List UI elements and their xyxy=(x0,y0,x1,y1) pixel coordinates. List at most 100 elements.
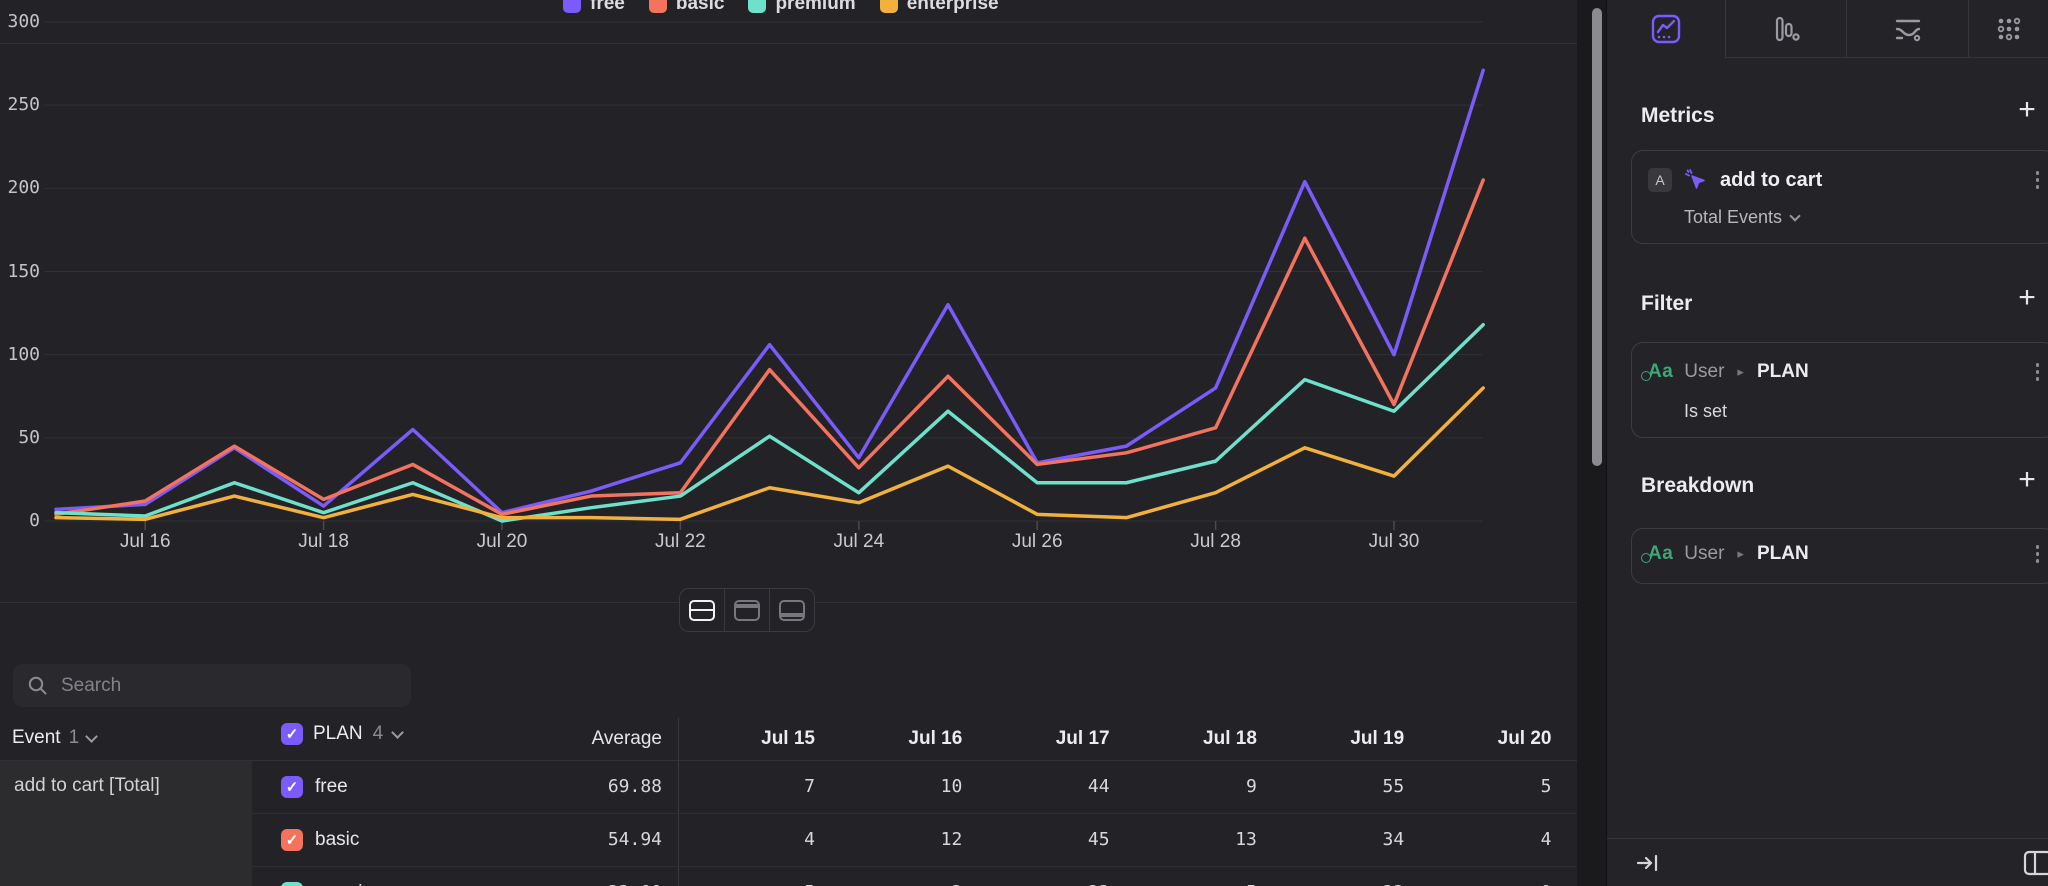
tab-more-charts[interactable] xyxy=(1968,0,2048,58)
date-column-header: Jul 19 xyxy=(1274,728,1404,750)
y-axis-tick-label: 250 xyxy=(0,94,40,115)
chevron-down-icon xyxy=(391,726,404,739)
string-property-icon: Aa xyxy=(1648,543,1673,565)
add-metric-button[interactable]: + xyxy=(2012,96,2042,126)
x-axis-tick-label: Jul 18 xyxy=(276,531,372,553)
y-axis-tick-label: 100 xyxy=(0,344,40,365)
breakdown-entity: User xyxy=(1684,543,1724,565)
filter-entity: User xyxy=(1684,361,1724,383)
x-axis-tick-label: Jul 28 xyxy=(1168,531,1264,553)
chevron-down-icon xyxy=(85,730,98,743)
filter-property: PLAN xyxy=(1757,361,1809,383)
search-input[interactable]: Search xyxy=(13,664,411,707)
plan-header-label: PLAN xyxy=(313,723,363,745)
y-axis-tick-label: 150 xyxy=(0,261,40,282)
date-column-header: Jul 16 xyxy=(832,728,962,750)
x-axis-tick-label: Jul 22 xyxy=(632,531,728,553)
string-property-icon: Aa xyxy=(1648,361,1673,383)
metrics-heading: Metrics xyxy=(1641,104,1715,128)
tab-bar-chart[interactable] xyxy=(1725,0,1846,58)
series-name: free xyxy=(315,776,348,798)
bottom-panel-icon xyxy=(779,600,805,621)
event-column-header[interactable]: Event 1 xyxy=(12,727,96,749)
filter-heading: Filter xyxy=(1641,292,1692,316)
scrollbar-thumb[interactable] xyxy=(1592,8,1602,466)
x-axis-tick-label: Jul 20 xyxy=(454,531,550,553)
tab-flow[interactable] xyxy=(1846,0,1968,58)
series-line-free xyxy=(56,70,1483,512)
filter-card[interactable]: Aa User ▸ PLAN Is set xyxy=(1631,342,2048,438)
y-axis-tick-label: 50 xyxy=(0,427,40,448)
series-checkbox-premium[interactable]: ✓ xyxy=(281,882,303,886)
add-breakdown-button[interactable]: + xyxy=(2012,466,2042,496)
layout-option-top-panel[interactable] xyxy=(724,589,769,631)
series-name: basic xyxy=(315,829,359,851)
series-name: premium xyxy=(315,882,389,886)
filter-options-menu[interactable] xyxy=(2036,363,2040,381)
bar-chart-icon xyxy=(1769,12,1803,46)
filter-operator[interactable]: Is set xyxy=(1684,401,1727,422)
plan-select-all-checkbox[interactable]: ✓ xyxy=(281,723,303,745)
scrollbar-track[interactable] xyxy=(1577,0,1606,886)
event-header-count: 1 xyxy=(69,727,80,749)
series-checkbox-free[interactable]: ✓ xyxy=(281,776,303,798)
plan-column-header[interactable]: ✓ PLAN 4 xyxy=(281,723,402,745)
x-axis-tick-label: Jul 24 xyxy=(811,531,907,553)
breakdown-heading: Breakdown xyxy=(1641,474,1754,498)
average-value: 54.94 xyxy=(532,829,662,850)
breakdown-card[interactable]: Aa User ▸ PLAN xyxy=(1631,528,2048,584)
event-click-icon xyxy=(1683,167,1709,193)
metric-aggregation-dropdown[interactable]: Total Events xyxy=(1684,207,1799,228)
analytics-app: freebasicpremiumenterprise 0501001502002… xyxy=(0,0,2048,886)
x-axis-tick-label: Jul 30 xyxy=(1346,531,1442,553)
cell-value: 4 xyxy=(685,829,815,850)
split-rows-icon xyxy=(689,600,715,621)
tab-line-chart[interactable] xyxy=(1607,0,1725,58)
panel-columns-icon[interactable] xyxy=(2023,850,2048,876)
x-axis-tick-label: Jul 26 xyxy=(989,531,1085,553)
metric-card[interactable]: A add to cart Total Events xyxy=(1631,150,2048,244)
cell-value: 23 xyxy=(1274,882,1404,886)
average-column-header: Average xyxy=(542,728,662,750)
date-column-header: Jul 15 xyxy=(685,728,815,750)
main-panel: freebasicpremiumenterprise 0501001502002… xyxy=(0,0,1577,886)
layout-option-bottom-panel[interactable] xyxy=(769,589,814,631)
table-row-basic: ✓basic54.944124513344 xyxy=(0,814,1577,867)
table-row-premium: ✓premium33.0053235230 xyxy=(0,867,1577,886)
metric-letter-badge: A xyxy=(1648,168,1672,192)
collapse-panel-icon[interactable] xyxy=(1635,851,1661,875)
chevron-down-icon xyxy=(1789,210,1800,221)
cell-value: 7 xyxy=(685,776,815,797)
y-axis-tick-label: 300 xyxy=(0,11,40,32)
cell-value: 3 xyxy=(832,882,962,886)
add-filter-button[interactable]: + xyxy=(2012,284,2042,314)
sidebar-footer xyxy=(1607,838,2048,886)
metric-options-menu[interactable] xyxy=(2036,171,2040,189)
cell-value: 12 xyxy=(832,829,962,850)
cell-value: 5 xyxy=(685,882,815,886)
chart-layout-toggle xyxy=(679,588,815,632)
series-checkbox-basic[interactable]: ✓ xyxy=(281,829,303,851)
date-column-header: Jul 18 xyxy=(1127,728,1257,750)
plan-header-count: 4 xyxy=(373,723,384,745)
search-placeholder: Search xyxy=(61,675,121,697)
breakdown-property: PLAN xyxy=(1757,543,1809,565)
metric-aggregation-label: Total Events xyxy=(1684,207,1782,228)
cell-value: 5 xyxy=(1127,882,1257,886)
layout-option-split-rows[interactable] xyxy=(680,589,724,631)
breadcrumb-caret-icon: ▸ xyxy=(1737,546,1744,562)
breakdown-options-menu[interactable] xyxy=(2036,545,2040,563)
line-chart xyxy=(0,0,1577,560)
cell-value: 9 xyxy=(1127,776,1257,797)
cell-value: 55 xyxy=(1274,776,1404,797)
cell-value: 34 xyxy=(1274,829,1404,850)
cell-value: 0 xyxy=(1422,882,1552,886)
y-axis-tick-label: 200 xyxy=(0,177,40,198)
cell-value: 45 xyxy=(980,829,1110,850)
cell-value: 10 xyxy=(832,776,962,797)
metric-event-name: add to cart xyxy=(1720,169,1822,192)
cell-value: 44 xyxy=(980,776,1110,797)
series-line-enterprise xyxy=(56,388,1483,519)
line-chart-icon xyxy=(1649,12,1683,46)
cell-value: 13 xyxy=(1127,829,1257,850)
